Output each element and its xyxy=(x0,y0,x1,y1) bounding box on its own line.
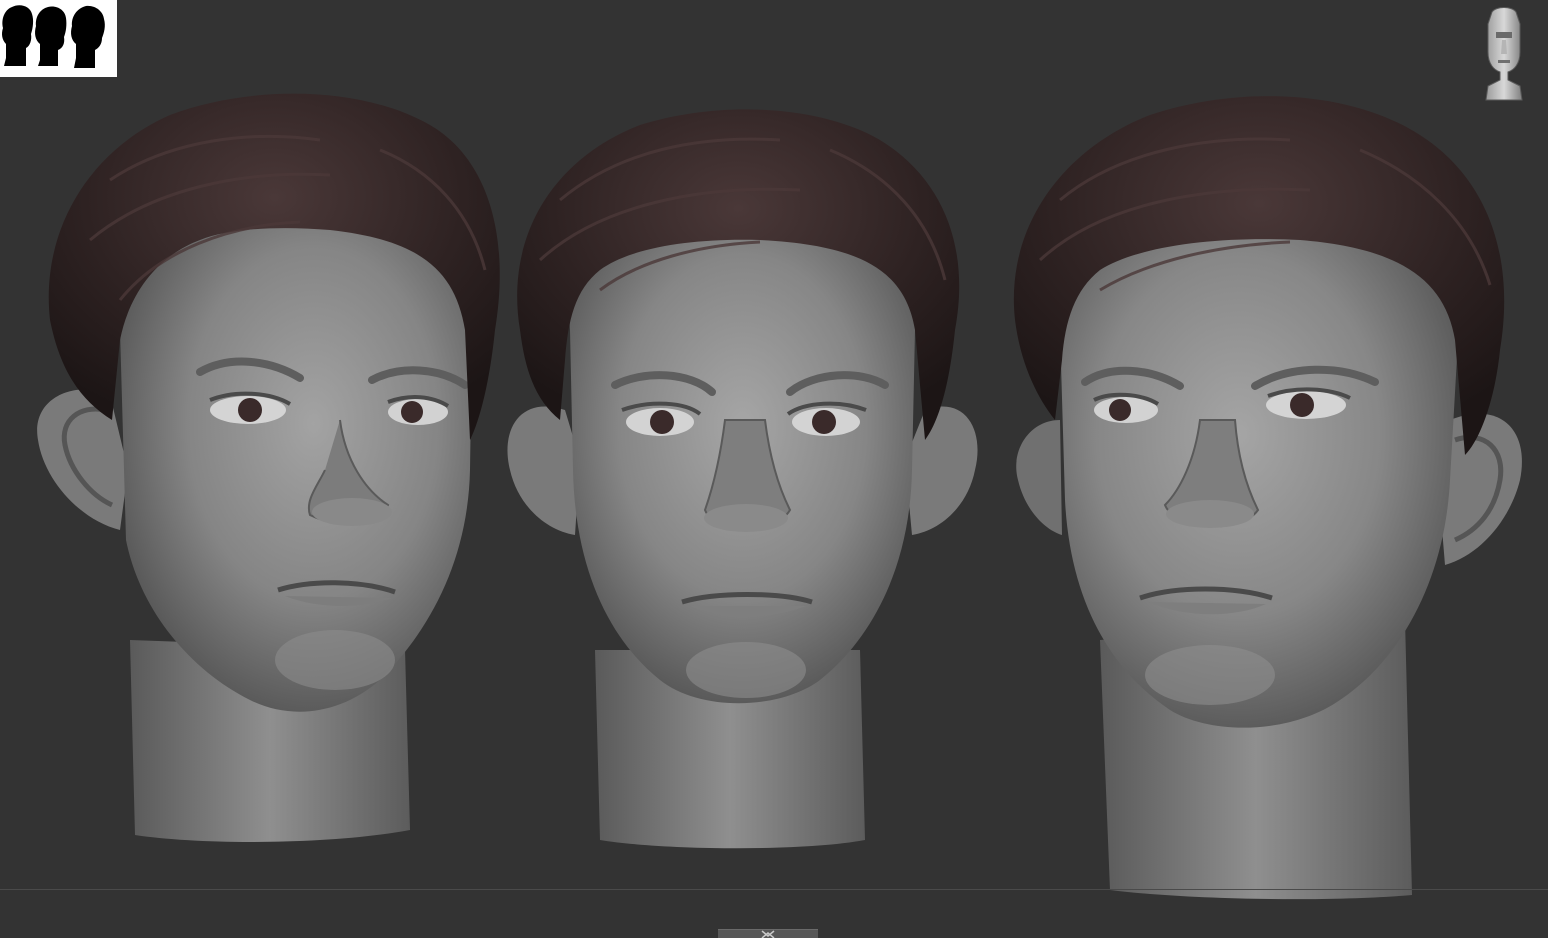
floor-grid-line xyxy=(0,889,1548,890)
head-front xyxy=(507,109,978,849)
sculpt-heads xyxy=(37,93,1522,900)
bottom-tray-handle[interactable] xyxy=(718,929,818,938)
sculpt-viewport[interactable] xyxy=(0,0,1548,938)
head-three-quarter-left xyxy=(37,93,500,842)
head-three-quarter-right xyxy=(1013,96,1522,900)
